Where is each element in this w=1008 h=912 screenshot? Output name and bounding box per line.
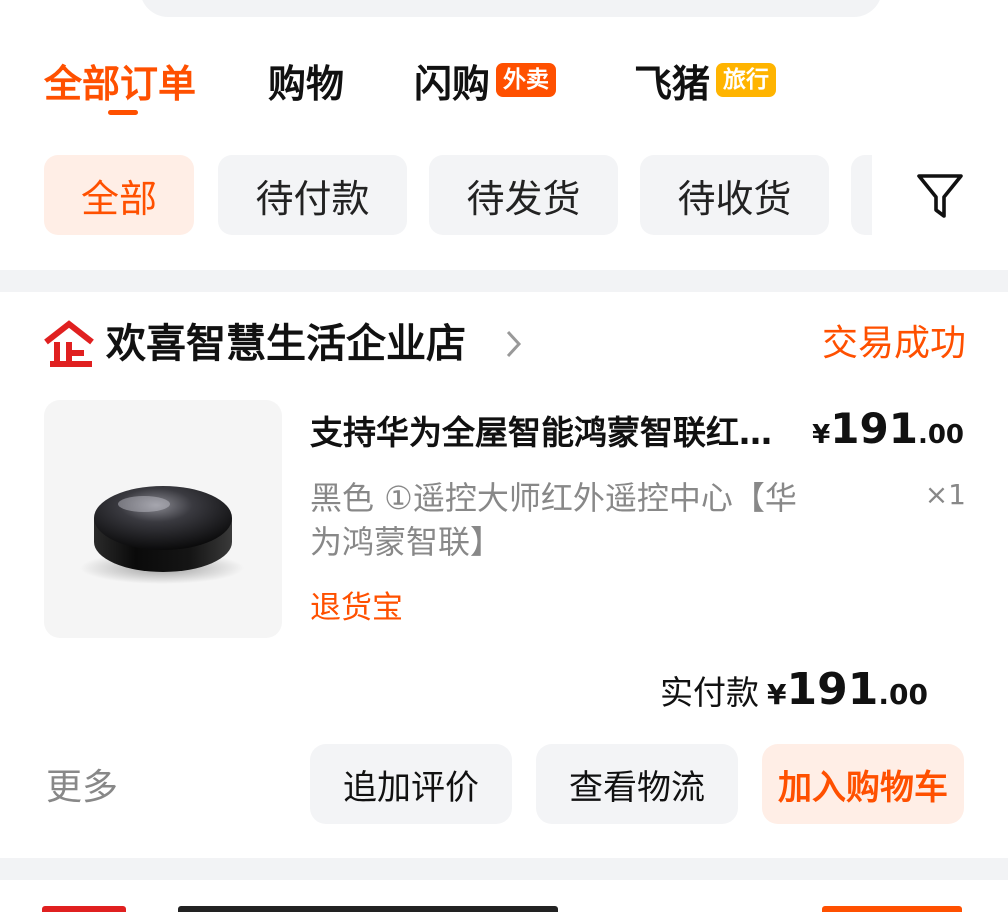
- filter-icon[interactable]: [914, 170, 966, 222]
- product-image[interactable]: [44, 400, 282, 638]
- product-sku: 黑色 ①遥控大师红外遥控中心【华为鸿蒙智联】: [310, 479, 797, 561]
- next-shop-row-peek: [42, 906, 558, 912]
- status-filter-chips: 全部 待付款 待发货 待收货: [0, 155, 1008, 237]
- active-tab-indicator: [108, 110, 138, 115]
- chip-all[interactable]: 全部: [44, 155, 194, 235]
- button-label: 追加评价: [343, 767, 479, 808]
- more-button[interactable]: 更多: [46, 758, 118, 810]
- shop-row[interactable]: 欢喜智慧生活企业店 交易成功: [42, 320, 966, 370]
- price-integer: 191: [830, 404, 918, 453]
- chevron-right-icon: [506, 330, 522, 358]
- chip-label: 待付款: [255, 176, 370, 221]
- button-label: 加入购物车: [778, 767, 948, 808]
- paid-amount: 实付款 ¥ 191 .00: [660, 664, 928, 715]
- tab-flash-buy[interactable]: 闪购 外卖: [414, 50, 557, 110]
- chip-scroller[interactable]: 全部 待付款 待发货 待收货: [0, 155, 872, 237]
- view-logistics-button[interactable]: 查看物流: [536, 744, 738, 824]
- add-to-cart-button[interactable]: 加入购物车: [762, 744, 964, 824]
- next-order-status-peek: [822, 906, 962, 912]
- next-shop-logo-peek: [42, 906, 126, 912]
- add-review-button[interactable]: 追加评价: [310, 744, 512, 824]
- tab-label: 全部订单: [44, 61, 197, 106]
- return-insurance-tag: 退货宝: [310, 590, 403, 626]
- price-currency: ¥: [812, 420, 831, 450]
- order-card: 欢喜智慧生活企业店 交易成功 支持华为全屋智能鸿蒙智联红外遥 ¥191.00 黑…: [0, 292, 1008, 858]
- unit-price: ¥191.00: [812, 404, 964, 463]
- button-label: 查看物流: [569, 767, 705, 808]
- chip-pending-payment[interactable]: 待付款: [218, 155, 407, 235]
- chip-label: 待发货: [466, 176, 581, 221]
- next-order-card: [0, 880, 1008, 912]
- chip-label: 全部: [80, 176, 157, 221]
- tab-badge-travel: 旅行: [716, 63, 777, 97]
- tab-label: 闪购: [414, 61, 491, 106]
- chip-pending-shipment[interactable]: 待发货: [429, 155, 618, 235]
- paid-integer: 191: [786, 664, 879, 715]
- tab-label: 购物: [268, 61, 345, 106]
- paid-label: 实付款: [660, 673, 760, 712]
- shop-name[interactable]: 欢喜智慧生活企业店: [106, 320, 466, 368]
- product-quantity: ×1: [924, 478, 966, 511]
- order-status: 交易成功: [821, 323, 966, 364]
- paid-currency: ¥: [767, 678, 787, 711]
- paid-decimal: .00: [878, 678, 928, 711]
- tab-label: 飞猪: [634, 61, 711, 106]
- chip-next[interactable]: [851, 155, 872, 235]
- order-tabs: 全部订单 购物 闪购 外卖 飞猪 旅行: [0, 50, 1008, 120]
- tab-fliggy[interactable]: 飞猪 旅行: [634, 50, 777, 110]
- tab-all-orders[interactable]: 全部订单: [44, 50, 196, 110]
- product-photo: [80, 486, 244, 584]
- search-bar[interactable]: [140, 0, 882, 17]
- next-shop-name-peek: [178, 906, 558, 912]
- price-decimal: .00: [917, 420, 964, 450]
- tab-shopping[interactable]: 购物: [268, 50, 344, 110]
- enterprise-store-icon: [44, 320, 94, 367]
- tab-badge-takeout: 外卖: [496, 63, 557, 97]
- chip-pending-receipt[interactable]: 待收货: [640, 155, 829, 235]
- orders-header: 全部订单 购物 闪购 外卖 飞猪 旅行 全部 待付款 待发货 待收货: [0, 0, 1008, 270]
- product-title[interactable]: 支持华为全屋智能鸿蒙智联红外遥控器: [310, 412, 802, 454]
- chip-label: 待收货: [677, 176, 792, 221]
